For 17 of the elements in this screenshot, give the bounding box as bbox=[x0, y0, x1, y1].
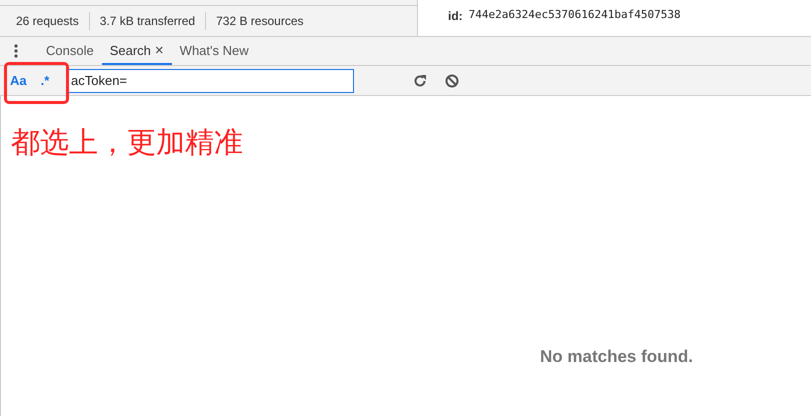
field-value: 744e2a6324ec5370616241baf4507538 bbox=[468, 7, 681, 23]
toggle-button[interactable]: .* bbox=[40, 70, 50, 90]
highlight-box bbox=[4, 62, 69, 104]
empty-message: No matches found. bbox=[540, 346, 694, 368]
summary-text: 3.7 kB transferred bbox=[88, 12, 206, 30]
tab[interactable]: What's New bbox=[172, 38, 257, 65]
tab[interactable]: Console bbox=[38, 38, 102, 65]
clear-icon[interactable] bbox=[445, 74, 459, 88]
toggle-button[interactable]: Aa bbox=[10, 70, 27, 90]
refresh-icon[interactable] bbox=[413, 74, 427, 88]
summary-text: 26 requests bbox=[15, 13, 80, 30]
annotation-text: 都选上，更加精准 bbox=[11, 126, 243, 161]
field-label: id: bbox=[448, 8, 463, 25]
search-field[interactable]: acToken= bbox=[68, 68, 354, 92]
summary-text: 732 B resources bbox=[205, 12, 314, 30]
close-button[interactable]: × bbox=[154, 43, 164, 58]
more-icon[interactable] bbox=[14, 44, 18, 58]
